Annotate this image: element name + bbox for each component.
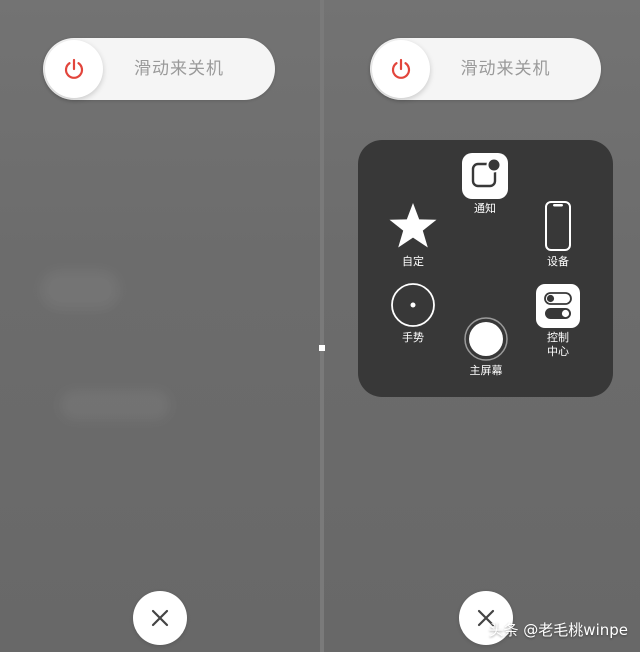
left-shutdown-screen: 滑动来关机 — [0, 0, 320, 652]
menu-item-control-center[interactable]: 控制 中心 — [536, 284, 580, 359]
menu-item-device[interactable]: 设备 — [540, 200, 576, 269]
gesture-circle-icon — [391, 283, 435, 327]
iphone-device-icon — [545, 201, 571, 251]
blurred-background — [60, 390, 170, 420]
close-icon — [151, 609, 169, 627]
menu-item-home[interactable]: 主屏幕 — [462, 317, 510, 378]
slide-to-power-off[interactable]: 滑动来关机 — [43, 38, 275, 100]
notification-center-icon — [462, 153, 508, 199]
assistive-touch-menu: 通知 自定 设备 手势 控制 中心 主屏幕 — [358, 140, 613, 397]
star-icon — [389, 203, 437, 248]
menu-label: 控制 中心 — [547, 331, 569, 359]
menu-label-line: 中心 — [547, 345, 569, 358]
menu-label: 自定 — [402, 255, 424, 268]
cancel-button[interactable] — [133, 591, 187, 645]
toggle-switches-icon — [536, 284, 580, 328]
center-dot — [319, 345, 325, 351]
home-button-icon — [464, 317, 508, 361]
menu-item-gestures[interactable]: 手势 — [388, 282, 438, 345]
slide-to-power-off[interactable]: 滑动来关机 — [370, 38, 601, 100]
menu-label: 主屏幕 — [469, 364, 503, 377]
menu-label: 通知 — [474, 202, 496, 215]
menu-label: 手势 — [402, 331, 424, 344]
slider-label: 滑动来关机 — [460, 59, 551, 79]
menu-item-custom[interactable]: 自定 — [386, 200, 440, 269]
menu-label-line: 控制 — [547, 331, 569, 344]
blurred-background — [40, 270, 120, 310]
menu-label: 设备 — [547, 255, 569, 268]
slider-label: 滑动来关机 — [134, 59, 224, 79]
watermark: 头条 @老毛桃winpe — [488, 621, 628, 639]
menu-item-notification[interactable]: 通知 — [462, 153, 508, 216]
